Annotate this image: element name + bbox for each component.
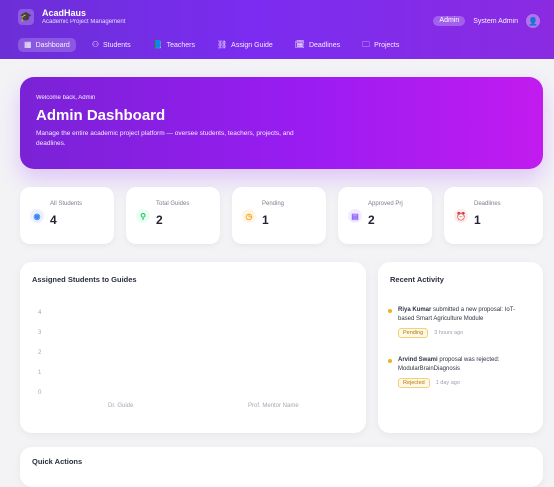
nav-projects[interactable]: 🗀 Projects: [356, 38, 405, 52]
activity-list: Riya Kumar submitted a new proposal: IoT…: [388, 306, 528, 406]
timestamp: 3 hours ago: [434, 330, 464, 336]
assigned-students-chart-card: Assigned Students to Guides 4 3 2 1 0 Dr…: [20, 262, 366, 433]
activity-meta: Pending 3 hours ago: [398, 328, 528, 338]
nav-teachers[interactable]: 📘 Teachers: [147, 38, 201, 52]
quick-actions-title: Quick Actions: [32, 457, 83, 466]
activity-actor: Arvind Swami: [398, 357, 438, 363]
page-description: Manage the entire academic project platf…: [36, 130, 294, 147]
recent-activity-card: Recent Activity Riya Kumar submitted a n…: [378, 262, 543, 433]
stat-value: 4: [50, 213, 57, 227]
top-navigation-bar: 🎓 AcadHaus Academic Project Management A…: [0, 0, 554, 59]
stat-card-guides[interactable]: ⚲ Total Guides 2: [126, 187, 220, 244]
welcome-banner: Welcome back, Admin Admin Dashboard Mana…: [20, 77, 543, 169]
x-axis: Dr. Guide Prof. Mentor Name: [108, 403, 299, 409]
bullet-dot-icon: [388, 359, 392, 363]
brand: 🎓 AcadHaus Academic Project Management: [18, 8, 125, 26]
stat-label: Total Guides: [156, 201, 190, 207]
bullet-dot-icon: [388, 309, 392, 313]
nav-teachers-label: Teachers: [166, 41, 195, 49]
stat-value: 2: [368, 213, 375, 227]
calendar-icon: 🗓: [294, 40, 305, 49]
chart-area: 4 3 2 1 0 Dr. Guide Prof. Mentor Name: [38, 310, 299, 409]
activity-actor: Riya Kumar: [398, 307, 432, 313]
activity-item[interactable]: Arvind Swami proposal was rejected: Modu…: [388, 356, 528, 388]
brand-title: AcadHaus: [42, 8, 87, 18]
y-tick-label: 4: [38, 310, 42, 316]
nav-dashboard-label: Dashboard: [35, 41, 70, 49]
activity-item[interactable]: Riya Kumar submitted a new proposal: IoT…: [388, 306, 528, 338]
main-nav: ▦ Dashboard ⚇ Students 📘 Teachers ⛓ Assi…: [18, 38, 405, 52]
user-name: System Admin: [473, 17, 518, 25]
nav-deadlines-label: Deadlines: [308, 41, 341, 49]
brand-subtitle: Academic Project Management: [42, 19, 126, 25]
quick-actions-card: Quick Actions: [20, 447, 543, 487]
recent-activity-title: Recent Activity: [390, 275, 444, 284]
stat-value: 1: [262, 213, 269, 227]
users-icon: ◉: [30, 209, 44, 223]
activity-text: Riya Kumar submitted a new proposal: IoT…: [398, 306, 528, 324]
nav-projects-label: Projects: [374, 41, 400, 49]
document-icon: ▤: [348, 209, 362, 223]
link-icon: ⛓: [217, 40, 228, 49]
stat-value: 2: [156, 213, 163, 227]
status-badge: Rejected: [398, 378, 430, 388]
user-icon: 👤: [528, 16, 538, 26]
stat-card-students[interactable]: ◉ All Students 4: [20, 187, 114, 244]
nav-assign-guide[interactable]: ⛓ Assign Guide: [211, 38, 279, 52]
status-badge: Pending: [398, 328, 429, 338]
nav-assign-guide-label: Assign Guide: [231, 41, 273, 49]
stat-label: Approved Prj: [368, 201, 403, 207]
folder-icon: 🗀: [362, 40, 371, 49]
graduation-cap-icon: 🎓: [18, 9, 34, 25]
grid-icon: ▦: [24, 40, 32, 49]
nav-deadlines[interactable]: 🗓 Deadlines: [289, 38, 346, 52]
activity-text: Arvind Swami proposal was rejected: Modu…: [398, 356, 528, 374]
stat-label: All Students: [50, 201, 83, 207]
x-tick-label: Dr. Guide: [108, 403, 134, 409]
y-tick-label: 3: [38, 330, 42, 336]
page-title: Admin Dashboard: [36, 107, 166, 124]
welcome-text: Welcome back, Admin: [36, 95, 96, 101]
user-check-icon: ⚲: [136, 209, 150, 223]
clock-icon: ◷: [242, 209, 256, 223]
y-axis: 4 3 2 1 0: [38, 310, 42, 396]
nav-students[interactable]: ⚇ Students: [86, 38, 137, 52]
stat-label: Pending: [262, 201, 285, 207]
users-icon: ⚇: [91, 40, 99, 49]
alarm-icon: ⏰: [454, 209, 468, 223]
brand-text: AcadHaus Academic Project Management: [42, 8, 125, 26]
timestamp: 1 day ago: [435, 380, 460, 386]
nav-dashboard[interactable]: ▦ Dashboard: [18, 38, 76, 52]
user-area: Admin System Admin 👤: [433, 14, 540, 28]
stat-card-deadlines[interactable]: ⏰ Deadlines 1: [444, 187, 543, 244]
activity-meta: Rejected 1 day ago: [398, 378, 528, 388]
stat-card-pending[interactable]: ◷ Pending 1: [232, 187, 326, 244]
book-icon: 📘: [152, 40, 163, 49]
y-tick-label: 2: [38, 350, 42, 356]
y-tick-label: 0: [38, 390, 42, 396]
y-tick-label: 1: [38, 370, 42, 376]
stat-value: 1: [474, 213, 481, 227]
avatar[interactable]: 👤: [526, 14, 540, 28]
role-badge: Admin: [433, 16, 466, 26]
stat-label: Deadlines: [474, 201, 501, 207]
nav-students-label: Students: [102, 41, 131, 49]
stat-card-approved[interactable]: ▤ Approved Prj 2: [338, 187, 432, 244]
x-tick-label: Prof. Mentor Name: [248, 403, 299, 409]
stats-row: ◉ All Students 4 ⚲ Total Guides 2 ◷ Pend…: [20, 187, 543, 244]
